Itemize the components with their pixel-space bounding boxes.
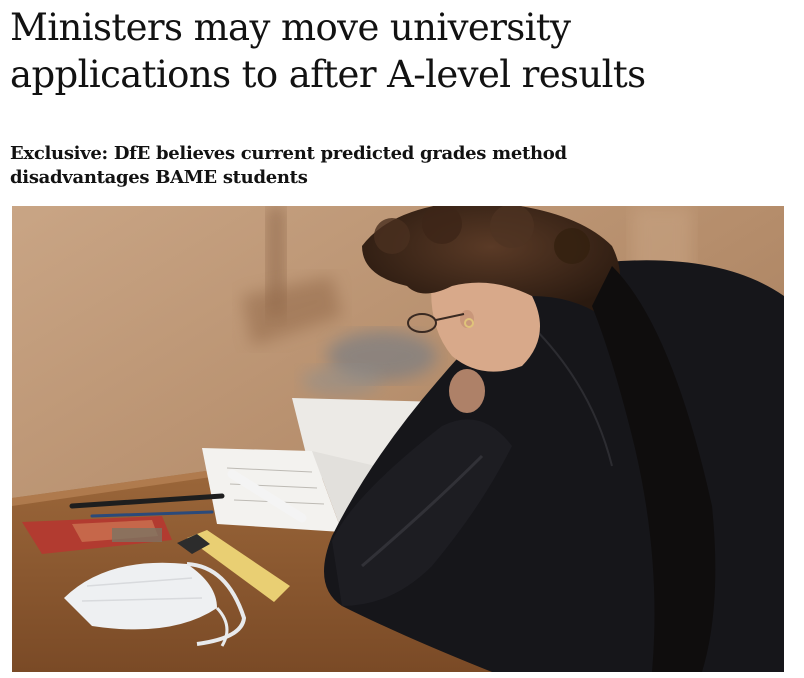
photo-illustration	[12, 206, 784, 672]
article-photo	[12, 206, 784, 672]
standfirst: Exclusive: DfE believes current predicte…	[10, 143, 567, 188]
headline: Ministers may move university applicatio…	[10, 6, 646, 96]
article: Ministers may move university applicatio…	[0, 0, 804, 678]
